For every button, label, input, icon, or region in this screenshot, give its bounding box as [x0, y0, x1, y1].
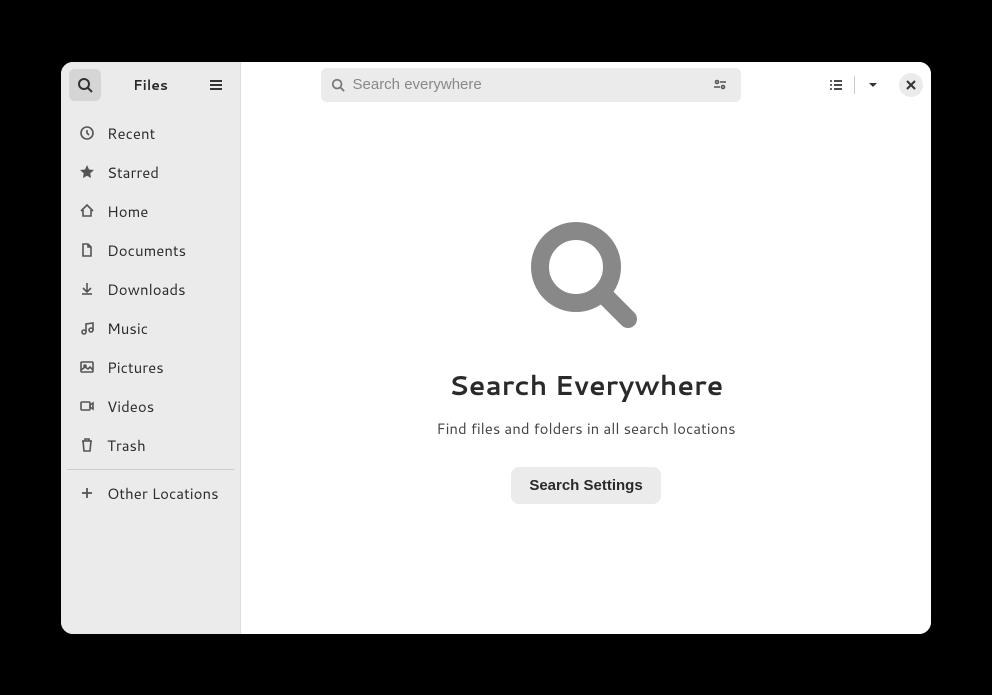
hamburger-icon [208, 77, 224, 93]
sidebar-item-label: Trash [107, 435, 146, 456]
search-icon [77, 77, 93, 93]
list-icon [828, 77, 844, 93]
video-icon [79, 398, 95, 414]
clock-icon [79, 125, 95, 141]
sidebar-item-documents[interactable]: Documents [61, 231, 240, 270]
download-icon [79, 281, 95, 297]
sidebar-item-starred[interactable]: Starred [61, 153, 240, 192]
sidebar-item-label: Music [107, 318, 148, 339]
sidebar-item-label: Documents [107, 240, 186, 261]
sidebar-item-label: Home [107, 201, 148, 222]
separator [854, 76, 855, 94]
sidebar-title: Files [105, 75, 196, 95]
music-icon [79, 320, 95, 336]
sidebar-item-videos[interactable]: Videos [61, 387, 240, 426]
search-input[interactable] [353, 76, 701, 93]
trash-icon [79, 437, 95, 453]
sidebar-divider [67, 469, 234, 470]
close-icon [905, 79, 917, 91]
search-icon [331, 78, 345, 92]
sidebar-item-trash[interactable]: Trash [61, 426, 240, 465]
main-header [241, 62, 931, 108]
filter-icon [712, 77, 728, 93]
search-toggle-button[interactable] [69, 69, 101, 101]
sidebar-item-music[interactable]: Music [61, 309, 240, 348]
main-content: Search Everywhere Find files and folders… [241, 108, 931, 634]
sidebar-item-pictures[interactable]: Pictures [61, 348, 240, 387]
sidebar-item-label: Recent [107, 123, 155, 144]
search-box[interactable] [321, 68, 741, 102]
sidebar-list: Recent Starred Home Documents [61, 108, 240, 634]
view-list-button[interactable] [820, 69, 852, 101]
sidebar-item-label: Videos [107, 396, 154, 417]
main-area: Search Everywhere Find files and folders… [241, 62, 931, 634]
home-icon [79, 203, 95, 219]
search-filter-button[interactable] [709, 74, 731, 96]
search-settings-button[interactable]: Search Settings [511, 467, 660, 504]
chevron-down-icon [867, 79, 879, 91]
main-title: Search Everywhere [449, 365, 724, 404]
sidebar-menu-button[interactable] [200, 69, 232, 101]
sidebar-header: Files [61, 62, 240, 108]
sidebar-item-recent[interactable]: Recent [61, 114, 240, 153]
view-dropdown-button[interactable] [857, 69, 889, 101]
document-icon [79, 242, 95, 258]
sidebar-item-label: Pictures [107, 357, 164, 378]
header-controls [820, 69, 923, 101]
sidebar: Files Recent Starred [61, 62, 241, 634]
sidebar-item-label: Downloads [107, 279, 186, 300]
star-icon [79, 164, 95, 180]
search-large-icon [526, 217, 646, 337]
sidebar-item-home[interactable]: Home [61, 192, 240, 231]
sidebar-item-label: Starred [107, 162, 159, 183]
plus-icon [79, 485, 95, 501]
sidebar-item-other-locations[interactable]: Other Locations [61, 474, 240, 513]
files-window: Files Recent Starred [61, 62, 931, 634]
sidebar-item-downloads[interactable]: Downloads [61, 270, 240, 309]
main-subtitle: Find files and folders in all search loc… [436, 418, 735, 439]
picture-icon [79, 359, 95, 375]
sidebar-item-label: Other Locations [107, 483, 219, 504]
close-button[interactable] [899, 73, 923, 97]
